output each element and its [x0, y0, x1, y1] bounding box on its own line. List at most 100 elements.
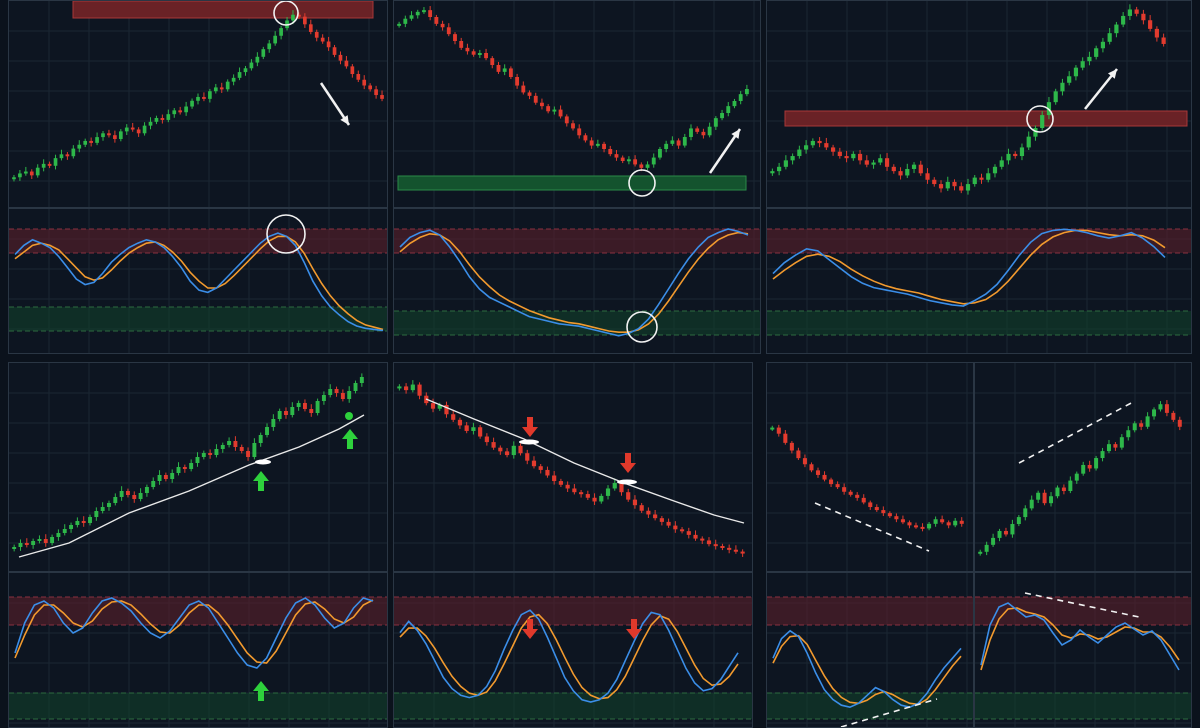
oscillator-panel-middle-left — [8, 572, 388, 728]
candle-body — [701, 131, 706, 136]
candle-body — [572, 488, 577, 493]
candle-body — [619, 482, 624, 493]
candle-body — [1049, 496, 1054, 504]
candle-body — [397, 386, 402, 389]
candle-body — [309, 409, 314, 413]
candle-body — [1060, 82, 1065, 92]
candle-body — [965, 184, 971, 191]
candle-body — [125, 491, 130, 495]
candle-body — [338, 54, 343, 61]
candle-body — [940, 519, 945, 523]
candle-body — [453, 34, 457, 41]
candle-body — [1164, 404, 1169, 413]
candle-body — [835, 484, 840, 488]
candle-body — [783, 433, 788, 443]
candle-body — [202, 96, 206, 99]
candle-body — [172, 110, 177, 115]
candle-body — [477, 53, 482, 55]
candle-body — [334, 389, 339, 393]
candle-body — [138, 493, 143, 499]
candle-body — [632, 499, 638, 506]
candle-body — [233, 441, 238, 447]
candle-body — [959, 520, 964, 524]
candle-body — [686, 531, 691, 535]
overbought-zone — [394, 597, 752, 625]
candle-body — [571, 123, 575, 129]
candle-body — [471, 427, 476, 431]
candle-body — [303, 16, 307, 25]
candle-body — [817, 140, 822, 144]
candle-body — [107, 503, 111, 507]
candle-body — [328, 389, 333, 395]
candle-body — [113, 135, 117, 140]
candle-body — [1087, 56, 1092, 62]
candle-body — [558, 481, 563, 485]
candle-body — [1177, 419, 1182, 427]
candle-body — [999, 160, 1004, 167]
candle-body — [1016, 517, 1021, 525]
candle-body — [595, 143, 600, 146]
candle-body — [163, 475, 168, 479]
candle-body — [176, 467, 181, 473]
candle-body — [918, 164, 923, 174]
candle-body — [639, 164, 644, 168]
candle-body — [397, 23, 402, 26]
divergence-line — [1018, 400, 1136, 464]
candle-body — [1127, 9, 1132, 16]
candle-body — [620, 157, 625, 161]
price-chart-top-middle — [394, 1, 760, 207]
candle-body — [972, 177, 977, 185]
candle-body — [790, 156, 795, 161]
candle-body — [160, 117, 165, 120]
candle-body — [1023, 508, 1028, 518]
candle-body — [220, 445, 225, 449]
candle-body — [1042, 492, 1047, 504]
candle-body — [646, 510, 651, 515]
resistance-zone — [72, 1, 374, 19]
candle-body — [1114, 24, 1119, 34]
candle-body — [502, 68, 507, 72]
chart-grid — [0, 0, 1200, 728]
candle-body — [47, 163, 52, 166]
candle-body — [911, 164, 917, 169]
candle-body — [132, 495, 137, 499]
candle-body — [533, 95, 538, 103]
candle-body — [31, 541, 36, 545]
candle-body — [403, 18, 408, 24]
candle-body — [255, 56, 260, 63]
candle-body — [871, 162, 876, 165]
price-panel-top-left — [8, 0, 388, 208]
candle-body — [1171, 412, 1176, 420]
candle-body — [18, 173, 22, 178]
candle-body — [1121, 15, 1126, 25]
candle-body — [144, 487, 149, 493]
candle-body — [81, 521, 86, 523]
candle-body — [75, 521, 80, 525]
candle-body — [978, 551, 983, 554]
candle-body — [842, 487, 847, 492]
candle-body — [504, 451, 510, 456]
candle-body — [913, 525, 919, 528]
candle-body — [844, 156, 849, 159]
candle-body — [986, 173, 991, 180]
candle-body — [1141, 13, 1146, 21]
candle-body — [113, 497, 118, 503]
candle-body — [374, 89, 378, 96]
candle-body — [777, 166, 782, 172]
candle-body — [491, 442, 496, 448]
candle-body — [707, 126, 712, 136]
candle-body — [1154, 28, 1159, 38]
candle-body — [362, 79, 367, 86]
candle-body — [490, 58, 495, 65]
candle-body — [184, 106, 188, 113]
candle-body — [1134, 9, 1139, 14]
oscillator-chart-bottom-right-right — [975, 573, 1191, 727]
price-chart-bottom-right-right — [975, 363, 1191, 571]
candle-body — [531, 460, 537, 467]
candle-body — [41, 163, 46, 168]
candle-body — [653, 514, 658, 519]
candle-body — [356, 74, 361, 80]
candle-body — [878, 158, 883, 163]
candle-body — [925, 173, 930, 180]
candle-body — [227, 441, 232, 445]
